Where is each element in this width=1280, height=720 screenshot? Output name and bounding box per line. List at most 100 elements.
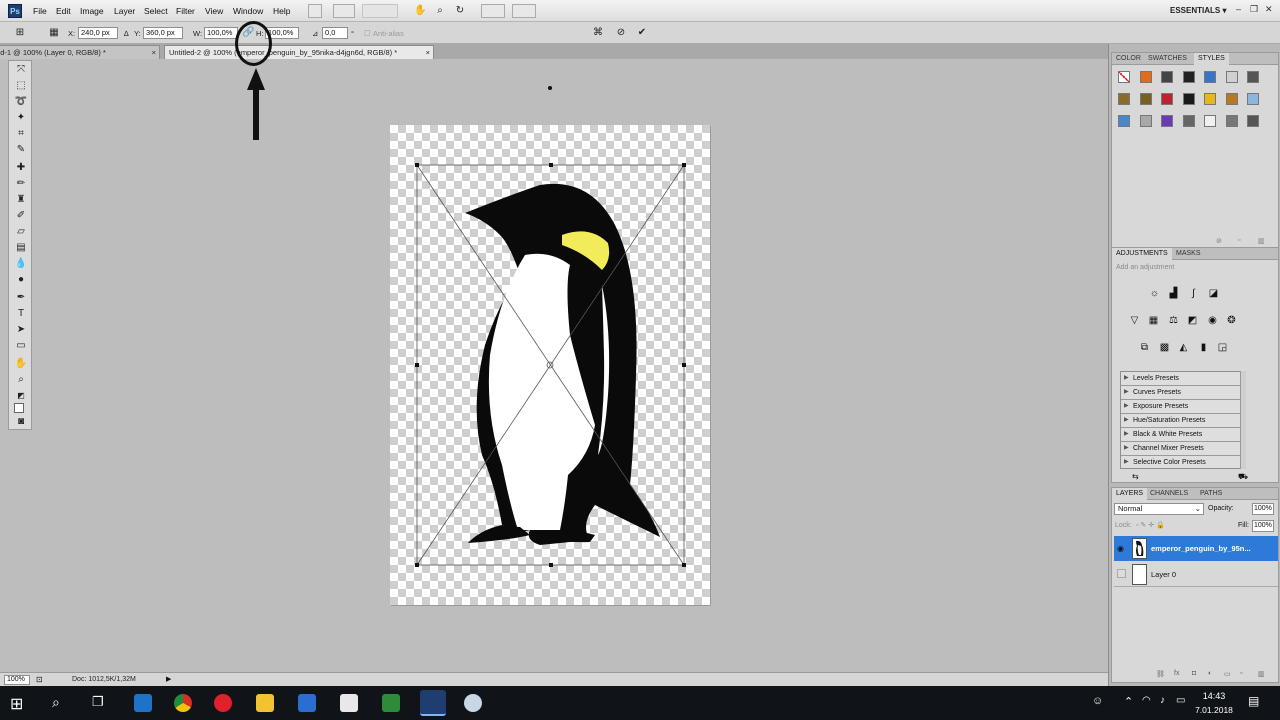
eraser-tool-icon[interactable]: ▱ [13,225,29,239]
preset-black-white[interactable]: Black & White Presets [1121,428,1245,442]
preset-channel-mixer[interactable]: Channel Mixer Presets [1121,442,1245,456]
start-windows-icon[interactable]: ⊞ [10,694,23,714]
opacity-field[interactable]: 100% [1252,503,1274,515]
style-swatch[interactable] [1139,93,1152,105]
levels-icon[interactable]: ▟ [1167,288,1180,300]
new-group-icon[interactable]: ▭ [1224,670,1231,678]
lock-icons[interactable]: ▫ ✎ ✛ 🔒 [1136,521,1165,529]
path-selection-tool-icon[interactable]: ➤ [13,323,29,337]
fill-field[interactable]: 100% [1252,520,1274,532]
notifications-icon[interactable]: ▤ [1248,694,1259,708]
people-icon[interactable]: ☺ [1092,695,1103,707]
new-layer-icon[interactable]: ▫ [1240,670,1242,677]
menu-image[interactable]: Image [80,6,104,16]
visibility-toggle[interactable] [1117,569,1126,578]
posterize-icon[interactable]: ▩ [1158,342,1171,354]
healing-brush-tool-icon[interactable]: ✚ [13,161,29,175]
style-swatch[interactable] [1182,115,1195,127]
canvas-area[interactable] [34,59,1107,672]
zoom-level-dropdown[interactable] [362,4,398,18]
warp-mode-icon[interactable]: ⌘ [592,27,604,39]
gradient-tool-icon[interactable]: ▤ [13,241,29,255]
menu-layer[interactable]: Layer [114,6,135,16]
volume-icon[interactable]: ♪ [1160,695,1165,706]
battery-icon[interactable]: ▭ [1176,695,1185,706]
antialias-checkbox[interactable]: ☐ [364,29,371,38]
menu-view[interactable]: View [205,6,223,16]
wifi-icon[interactable]: ◠ [1142,695,1151,706]
layer-row-layer0[interactable]: Layer 0 [1114,562,1278,587]
style-swatch[interactable] [1204,115,1216,127]
color-balance-icon[interactable]: ⚖ [1167,315,1180,327]
store-icon[interactable] [298,694,316,712]
camtasia-icon[interactable] [382,694,400,712]
launch-bridge-button[interactable] [308,4,322,18]
menu-file[interactable]: File [33,6,47,16]
opera-browser-icon[interactable] [214,694,232,712]
style-swatch[interactable] [1118,115,1130,127]
eyedropper-tool-icon[interactable]: ✎ [13,143,29,157]
clock-date[interactable]: 7.01.2018 [1190,705,1238,715]
status-arrow-icon[interactable]: ▶ [166,675,171,683]
tab-styles[interactable]: STYLES [1194,53,1229,65]
quick-mask-icon[interactable]: ◙ [13,415,29,429]
threshold-icon[interactable]: ◭ [1177,342,1190,354]
pen-tool-icon[interactable]: ✒ [13,291,29,305]
photoshop-taskbar-icon[interactable] [420,690,446,716]
minimize-icon[interactable]: – [1236,4,1241,14]
black-white-icon[interactable]: ◩ [1186,315,1199,327]
style-swatch[interactable] [1139,71,1152,83]
clock-time[interactable]: 14:43 [1196,691,1232,701]
menu-select[interactable]: Select [144,6,168,16]
preset-hue-saturation[interactable]: Hue/Saturation Presets [1121,414,1245,428]
reference-point-icon[interactable]: ▦ [48,27,60,39]
vibrance-icon[interactable]: ▽ [1128,315,1141,327]
tab-swatches[interactable]: SWATCHES [1144,53,1191,65]
delete-style-icon[interactable]: ▥ [1258,237,1265,245]
task-view-icon[interactable]: ❐ [92,694,104,710]
adjustment-layer-icon[interactable]: ◐ [1208,670,1212,677]
style-swatch[interactable] [1225,71,1238,83]
exposure-icon[interactable]: ◪ [1207,288,1220,300]
menu-window[interactable]: Window [233,6,263,16]
menu-edit[interactable]: Edit [56,6,71,16]
workspace-switcher[interactable]: ESSENTIALS ▾ [1170,6,1226,15]
crop-tool-icon[interactable]: ⌗ [13,127,29,141]
style-swatch[interactable] [1182,93,1195,105]
rotation-angle-field[interactable]: 0,0 [322,27,348,39]
style-swatch[interactable] [1139,115,1152,127]
hand-tool-icon[interactable]: ✋ [13,357,29,371]
history-brush-tool-icon[interactable]: ✐ [13,209,29,223]
chrome-browser-icon[interactable] [174,694,192,712]
search-icon[interactable]: ⌕ [52,694,60,711]
hue-saturation-icon[interactable]: ▦ [1147,315,1160,327]
gradient-map-icon[interactable]: ▮ [1197,342,1210,354]
style-swatch[interactable] [1204,71,1216,83]
tab-channels[interactable]: CHANNELS [1146,488,1192,500]
show-hidden-icons-icon[interactable]: ⌃ [1124,695,1133,708]
y-position-field[interactable]: 360,0 px [143,27,183,39]
link-layers-icon[interactable]: ⛓ [1156,670,1165,678]
delete-layer-icon[interactable]: ▥ [1258,670,1265,678]
paint-icon[interactable] [464,694,482,712]
penguin-artwork[interactable] [390,125,710,605]
style-swatch[interactable] [1225,115,1238,127]
tab-layers[interactable]: LAYERS [1112,488,1148,500]
channel-mixer-icon[interactable]: ❂ [1225,315,1238,327]
cancel-transform-icon[interactable]: ⊘ [615,27,627,39]
restore-icon[interactable]: ❐ [1250,4,1258,15]
return-to-list-icon[interactable]: ⇆ [1132,472,1139,481]
arrange-documents-button[interactable] [333,4,355,18]
mail-icon[interactable] [340,694,358,712]
photo-filter-icon[interactable]: ◉ [1206,315,1219,327]
zoom-tool-icon[interactable]: ⌕ [434,5,446,17]
marquee-tool-icon[interactable]: ⬚ [13,79,29,93]
style-swatch[interactable] [1182,71,1195,83]
invert-icon[interactable]: ⧉ [1138,342,1151,354]
blur-tool-icon[interactable]: 💧 [13,257,29,271]
close-tab-icon[interactable]: × [426,46,430,59]
blend-mode-select[interactable]: Normal ⌄ [1114,503,1204,515]
move-tool-icon[interactable]: ⤧ [13,63,29,77]
style-swatch[interactable] [1118,93,1130,105]
rotate-view-icon[interactable]: ↻ [454,5,466,17]
